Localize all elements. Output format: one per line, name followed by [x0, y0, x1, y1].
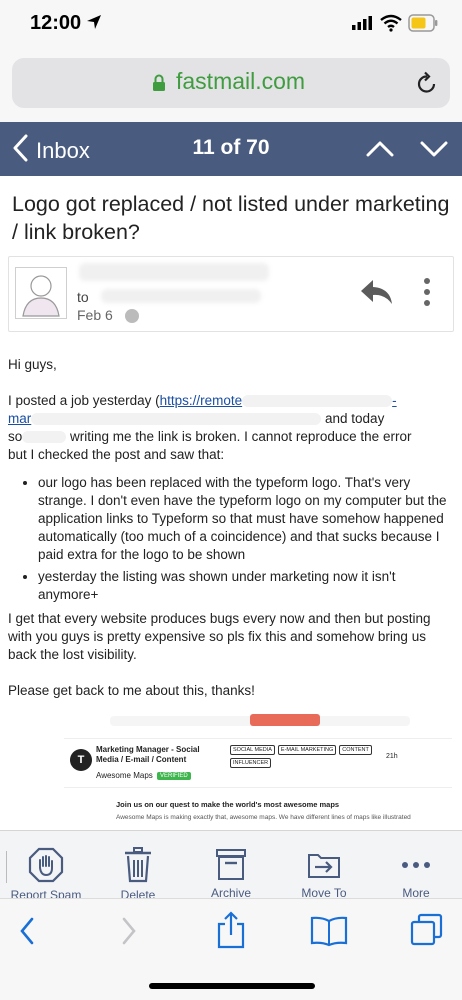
- mail-toolbar: Report Spam Delete Archive Move To More: [0, 830, 462, 902]
- stop-hand-icon: [28, 847, 64, 883]
- p1-line3-start: so: [8, 429, 23, 444]
- redacted-link: [242, 395, 393, 408]
- tag: INFLUENCER: [230, 758, 272, 768]
- url-domain: fastmail.com: [176, 68, 306, 94]
- preview-join-text: Join us on our quest to make the world's…: [116, 800, 340, 809]
- redacted-text: [22, 431, 67, 444]
- p1-line2-end: and today: [325, 411, 385, 426]
- tag: E-MAIL MARKETING: [277, 745, 337, 755]
- next-message-chevron-down-icon[interactable]: [420, 136, 448, 167]
- status-dot: [125, 309, 139, 323]
- reply-icon[interactable]: [359, 277, 395, 312]
- p1-line4: but I checked the post and saw that:: [8, 447, 225, 462]
- preview-job-title: Marketing Manager - Social Media / E-mai…: [96, 745, 200, 764]
- preview-company: Awesome Maps VERIFIED: [96, 771, 191, 780]
- status-time: 12:00: [30, 12, 82, 34]
- preview-description: Awesome Maps is making exactly that, awe…: [116, 814, 411, 821]
- more-options-icon[interactable]: [423, 277, 431, 312]
- preview-red-button: [250, 714, 320, 726]
- browser-toolbar: [0, 898, 462, 1000]
- preview-tags: SOCIAL MEDIA E-MAIL MARKETING CONTENT IN…: [230, 745, 390, 768]
- address-bar[interactable]: fastmail.com: [12, 58, 450, 108]
- sender-avatar: [15, 267, 67, 319]
- cellular-signal-icon: [352, 16, 374, 35]
- ellipsis-icon: [402, 862, 430, 868]
- browser-forward-icon[interactable]: [118, 915, 138, 952]
- previous-message-chevron-up-icon[interactable]: [366, 136, 394, 167]
- verified-badge: VERIFIED: [157, 771, 191, 780]
- greeting: Hi guys,: [8, 357, 57, 372]
- redacted-link-cont: [31, 413, 322, 426]
- wifi-icon: [380, 14, 402, 37]
- tag: SOCIAL MEDIA: [230, 745, 275, 755]
- home-indicator: [149, 983, 315, 989]
- bookmarks-icon[interactable]: [310, 915, 348, 952]
- browser-back-icon[interactable]: [18, 915, 38, 952]
- job-post-link-end[interactable]: -: [392, 393, 397, 408]
- move-folder-icon: [308, 854, 340, 878]
- p1-text-start: I posted a job yesterday (: [8, 393, 160, 408]
- share-icon[interactable]: [216, 911, 246, 954]
- trash-icon: [125, 847, 151, 883]
- redacted-sender: [79, 263, 269, 281]
- job-post-link[interactable]: https://remote: [160, 393, 243, 408]
- report-spam-button[interactable]: Report Spam: [6, 831, 86, 902]
- paragraph-closing: Please get back to me about this, thanks…: [8, 683, 255, 698]
- more-actions-button[interactable]: More: [378, 831, 454, 900]
- company-name: Awesome Maps: [96, 771, 153, 780]
- preview-job-row: T Marketing Manager - Social Media / E-m…: [64, 738, 452, 788]
- location-arrow-icon: [86, 14, 102, 35]
- tabs-icon[interactable]: [410, 913, 444, 952]
- embedded-screenshot: T Marketing Manager - Social Media / E-m…: [60, 708, 456, 828]
- archive-box-icon: [216, 849, 246, 880]
- p1-line3-mid: writing me the link is broken. I cannot …: [70, 429, 412, 444]
- message-date: Feb 6: [77, 307, 113, 323]
- browser-address-area: fastmail.com: [0, 48, 462, 122]
- preview-age: 21h: [386, 753, 398, 760]
- list-item: our logo has been replaced with the type…: [38, 474, 454, 564]
- mail-nav-bar: Inbox 11 of 70: [0, 122, 462, 176]
- paragraph-bugs: I get that every website produces bugs e…: [8, 611, 431, 662]
- issue-list: our logo has been replaced with the type…: [38, 474, 454, 604]
- archive-button[interactable]: Archive: [190, 831, 272, 900]
- message-header[interactable]: to Feb 6: [8, 256, 454, 332]
- delete-button[interactable]: Delete: [98, 831, 178, 902]
- job-post-link-cont[interactable]: mar: [8, 411, 31, 426]
- redacted-recipient: [101, 289, 261, 303]
- recipient-line: to: [77, 289, 89, 305]
- reload-icon[interactable]: [416, 71, 438, 100]
- message-subject: Logo got replaced / not listed under mar…: [12, 192, 450, 244]
- status-bar: 12:00: [0, 0, 462, 48]
- message-body: Hi guys, I posted a job yesterday (https…: [8, 356, 454, 718]
- move-to-button[interactable]: Move To: [282, 831, 366, 900]
- list-item: yesterday the listing was shown under ma…: [38, 568, 454, 604]
- lock-icon: [152, 74, 166, 97]
- company-logo: T: [70, 749, 92, 771]
- battery-icon: [408, 14, 438, 37]
- paragraph-job-post: I posted a job yesterday (https://remote…: [8, 392, 454, 464]
- tag: CONTENT: [339, 745, 372, 755]
